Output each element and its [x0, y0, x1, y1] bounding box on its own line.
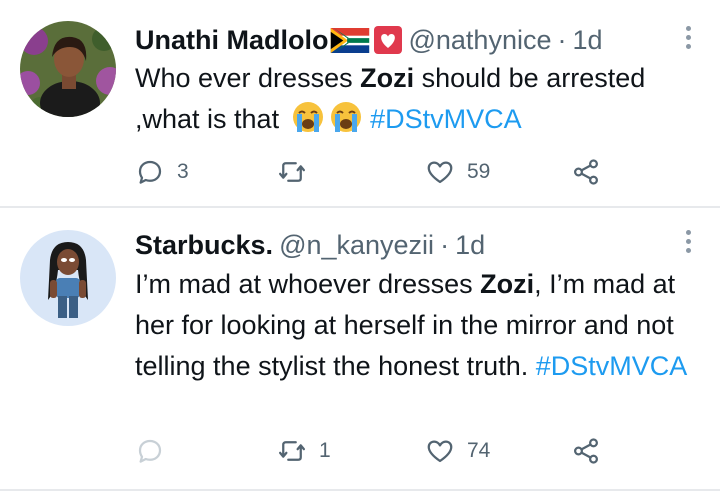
share-icon	[573, 438, 599, 464]
text-segment: I’m mad at whoever dresses	[135, 269, 481, 299]
user-handle[interactable]: @nathynice	[408, 25, 551, 56]
share-icon	[573, 159, 599, 185]
retweet-icon	[279, 162, 305, 182]
retweet-count: 1	[319, 439, 331, 462]
tweet[interactable]: Unathi Madlolo @nathynice · 1d Who ever …	[0, 0, 720, 207]
display-name[interactable]: Unathi Madlolo	[135, 25, 328, 56]
timestamp[interactable]: 1d	[572, 25, 602, 56]
like-button[interactable]: 74	[425, 435, 490, 467]
divider	[0, 489, 720, 491]
like-count: 74	[467, 439, 491, 462]
tweet-header: Starbucks. @n_kanyezii · 1d	[135, 227, 485, 263]
reply-count: 3	[177, 160, 189, 183]
display-name[interactable]: Starbucks.	[135, 230, 273, 261]
avatar[interactable]	[20, 21, 116, 117]
text-bold-segment: Zozi	[360, 63, 415, 93]
loudly-crying-face-icon	[329, 100, 363, 134]
like-icon	[427, 161, 453, 184]
south-africa-flag-icon	[330, 27, 370, 53]
separator-dot: ·	[557, 24, 567, 55]
retweet-icon	[279, 441, 305, 461]
reply-icon	[138, 439, 162, 463]
tweet-header: Unathi Madlolo @nathynice · 1d	[135, 22, 603, 58]
tweet[interactable]: Starbucks. @n_kanyezii · 1d I’m mad at w…	[0, 208, 720, 490]
like-button[interactable]: 59	[425, 156, 490, 188]
share-button[interactable]	[571, 435, 601, 467]
reply-button[interactable]	[135, 435, 177, 467]
more-options-icon[interactable]	[684, 230, 692, 257]
like-icon	[427, 440, 453, 463]
loudly-crying-face-icon	[291, 100, 325, 134]
separator-dot: ·	[440, 229, 450, 260]
text-bold-segment: Zozi	[480, 269, 535, 299]
tweet-text: Who ever dresses Zozi should be arrested…	[135, 58, 705, 140]
reply-button[interactable]: 3	[135, 156, 189, 188]
reply-icon	[138, 160, 162, 184]
tweet-text: I’m mad at whoever dresses Zozi, I’m mad…	[135, 264, 705, 387]
more-options-icon[interactable]	[684, 26, 692, 53]
user-handle[interactable]: @n_kanyezii	[279, 230, 434, 261]
hashtag-link[interactable]: #DStvMVCA	[370, 104, 522, 134]
text-segment: Who ever dresses	[135, 63, 361, 93]
avatar[interactable]	[20, 230, 116, 326]
like-count: 59	[467, 160, 491, 183]
share-button[interactable]	[571, 156, 601, 188]
hashtag-link[interactable]: #DStvMVCA	[536, 351, 688, 381]
retweet-button[interactable]: 1	[277, 435, 331, 467]
action-bar: 3 59	[135, 156, 615, 188]
heart-icon	[374, 26, 403, 54]
retweet-button[interactable]	[277, 156, 319, 188]
action-bar: 1 74	[135, 435, 615, 467]
timestamp[interactable]: 1d	[455, 230, 485, 261]
